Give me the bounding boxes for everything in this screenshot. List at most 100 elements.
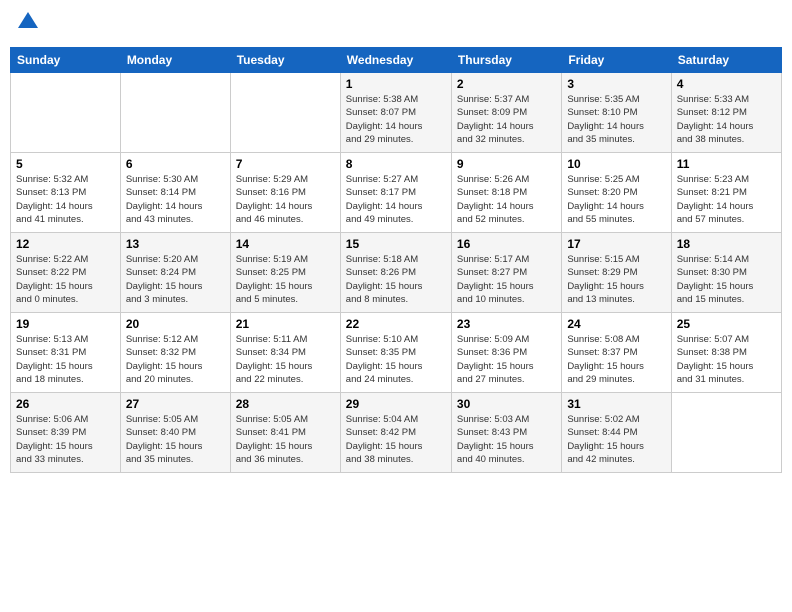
- day-info: Sunrise: 5:20 AMSunset: 8:24 PMDaylight:…: [126, 253, 225, 306]
- day-cell: 7 Sunrise: 5:29 AMSunset: 8:16 PMDaylight…: [230, 153, 340, 233]
- day-info: Sunrise: 5:05 AMSunset: 8:40 PMDaylight:…: [126, 413, 225, 466]
- day-info: Sunrise: 5:11 AMSunset: 8:34 PMDaylight:…: [236, 333, 335, 386]
- day-info: Sunrise: 5:10 AMSunset: 8:35 PMDaylight:…: [346, 333, 446, 386]
- day-info: Sunrise: 5:12 AMSunset: 8:32 PMDaylight:…: [126, 333, 225, 386]
- day-number: 21: [236, 317, 335, 331]
- day-cell: 10 Sunrise: 5:25 AMSunset: 8:20 PMDayligh…: [562, 153, 671, 233]
- header-tuesday: Tuesday: [230, 48, 340, 73]
- day-cell: [671, 393, 781, 473]
- day-number: 10: [567, 157, 665, 171]
- day-info: Sunrise: 5:15 AMSunset: 8:29 PMDaylight:…: [567, 253, 665, 306]
- day-number: 22: [346, 317, 446, 331]
- day-number: 2: [457, 77, 556, 91]
- day-number: 6: [126, 157, 225, 171]
- week-row-3: 12 Sunrise: 5:22 AMSunset: 8:22 PMDayligh…: [11, 233, 782, 313]
- day-cell: 28 Sunrise: 5:05 AMSunset: 8:41 PMDayligh…: [230, 393, 340, 473]
- day-info: Sunrise: 5:35 AMSunset: 8:10 PMDaylight:…: [567, 93, 665, 146]
- day-cell: 16 Sunrise: 5:17 AMSunset: 8:27 PMDayligh…: [451, 233, 561, 313]
- day-cell: 26Sunrise: 5:06 AMSunset: 8:39 PMDayligh…: [11, 393, 121, 473]
- day-info: Sunrise: 5:22 AMSunset: 8:22 PMDaylight:…: [16, 253, 115, 306]
- day-cell: 25Sunrise: 5:07 AMSunset: 8:38 PMDayligh…: [671, 313, 781, 393]
- header-friday: Friday: [562, 48, 671, 73]
- calendar-table: SundayMondayTuesdayWednesdayThursdayFrid…: [10, 47, 782, 473]
- day-cell: 14 Sunrise: 5:19 AMSunset: 8:25 PMDayligh…: [230, 233, 340, 313]
- day-info: Sunrise: 5:14 AMSunset: 8:30 PMDaylight:…: [677, 253, 776, 306]
- header-wednesday: Wednesday: [340, 48, 451, 73]
- day-number: 12: [16, 237, 115, 251]
- day-number: 5: [16, 157, 115, 171]
- day-info: Sunrise: 5:38 AMSunset: 8:07 PMDaylight:…: [346, 93, 446, 146]
- day-number: 29: [346, 397, 446, 411]
- day-number: 11: [677, 157, 776, 171]
- day-cell: 20 Sunrise: 5:12 AMSunset: 8:32 PMDayligh…: [120, 313, 230, 393]
- day-cell: 12 Sunrise: 5:22 AMSunset: 8:22 PMDayligh…: [11, 233, 121, 313]
- day-cell: 4 Sunrise: 5:33 AMSunset: 8:12 PMDaylight…: [671, 73, 781, 153]
- day-cell: 8 Sunrise: 5:27 AMSunset: 8:17 PMDaylight…: [340, 153, 451, 233]
- day-info: Sunrise: 5:18 AMSunset: 8:26 PMDaylight:…: [346, 253, 446, 306]
- day-cell: 27 Sunrise: 5:05 AMSunset: 8:40 PMDayligh…: [120, 393, 230, 473]
- day-number: 15: [346, 237, 446, 251]
- header-row: SundayMondayTuesdayWednesdayThursdayFrid…: [11, 48, 782, 73]
- day-info: Sunrise: 5:30 AMSunset: 8:14 PMDaylight:…: [126, 173, 225, 226]
- day-info: Sunrise: 5:02 AMSunset: 8:44 PMDaylight:…: [567, 413, 665, 466]
- day-cell: [120, 73, 230, 153]
- day-number: 13: [126, 237, 225, 251]
- day-number: 16: [457, 237, 556, 251]
- day-cell: [230, 73, 340, 153]
- day-info: Sunrise: 5:13 AMSunset: 8:31 PMDaylight:…: [16, 333, 115, 386]
- week-row-1: 1Sunrise: 5:38 AMSunset: 8:07 PMDaylight…: [11, 73, 782, 153]
- day-number: 17: [567, 237, 665, 251]
- day-cell: 11 Sunrise: 5:23 AMSunset: 8:21 PMDayligh…: [671, 153, 781, 233]
- day-info: Sunrise: 5:08 AMSunset: 8:37 PMDaylight:…: [567, 333, 665, 386]
- day-info: Sunrise: 5:29 AMSunset: 8:16 PMDaylight:…: [236, 173, 335, 226]
- day-number: 27: [126, 397, 225, 411]
- day-number: 30: [457, 397, 556, 411]
- logo: [14, 10, 40, 39]
- day-info: Sunrise: 5:03 AMSunset: 8:43 PMDaylight:…: [457, 413, 556, 466]
- day-info: Sunrise: 5:07 AMSunset: 8:38 PMDaylight:…: [677, 333, 776, 386]
- day-info: Sunrise: 5:09 AMSunset: 8:36 PMDaylight:…: [457, 333, 556, 386]
- day-info: Sunrise: 5:32 AMSunset: 8:13 PMDaylight:…: [16, 173, 115, 226]
- day-number: 26: [16, 397, 115, 411]
- day-cell: 22 Sunrise: 5:10 AMSunset: 8:35 PMDayligh…: [340, 313, 451, 393]
- day-cell: 2 Sunrise: 5:37 AMSunset: 8:09 PMDaylight…: [451, 73, 561, 153]
- header-saturday: Saturday: [671, 48, 781, 73]
- day-info: Sunrise: 5:05 AMSunset: 8:41 PMDaylight:…: [236, 413, 335, 466]
- day-info: Sunrise: 5:27 AMSunset: 8:17 PMDaylight:…: [346, 173, 446, 226]
- day-number: 7: [236, 157, 335, 171]
- header-monday: Monday: [120, 48, 230, 73]
- day-info: Sunrise: 5:04 AMSunset: 8:42 PMDaylight:…: [346, 413, 446, 466]
- day-cell: 13 Sunrise: 5:20 AMSunset: 8:24 PMDayligh…: [120, 233, 230, 313]
- day-cell: 18Sunrise: 5:14 AMSunset: 8:30 PMDayligh…: [671, 233, 781, 313]
- day-number: 23: [457, 317, 556, 331]
- day-number: 3: [567, 77, 665, 91]
- day-cell: 3 Sunrise: 5:35 AMSunset: 8:10 PMDaylight…: [562, 73, 671, 153]
- day-cell: 19Sunrise: 5:13 AMSunset: 8:31 PMDayligh…: [11, 313, 121, 393]
- day-info: Sunrise: 5:19 AMSunset: 8:25 PMDaylight:…: [236, 253, 335, 306]
- week-row-4: 19Sunrise: 5:13 AMSunset: 8:31 PMDayligh…: [11, 313, 782, 393]
- day-cell: 17 Sunrise: 5:15 AMSunset: 8:29 PMDayligh…: [562, 233, 671, 313]
- logo-icon: [16, 10, 40, 34]
- day-number: 9: [457, 157, 556, 171]
- day-info: Sunrise: 5:33 AMSunset: 8:12 PMDaylight:…: [677, 93, 776, 146]
- day-info: Sunrise: 5:17 AMSunset: 8:27 PMDaylight:…: [457, 253, 556, 306]
- header-sunday: Sunday: [11, 48, 121, 73]
- day-info: Sunrise: 5:37 AMSunset: 8:09 PMDaylight:…: [457, 93, 556, 146]
- day-info: Sunrise: 5:25 AMSunset: 8:20 PMDaylight:…: [567, 173, 665, 226]
- week-row-5: 26Sunrise: 5:06 AMSunset: 8:39 PMDayligh…: [11, 393, 782, 473]
- day-number: 24: [567, 317, 665, 331]
- day-number: 8: [346, 157, 446, 171]
- day-number: 4: [677, 77, 776, 91]
- day-number: 20: [126, 317, 225, 331]
- day-cell: 29 Sunrise: 5:04 AMSunset: 8:42 PMDayligh…: [340, 393, 451, 473]
- day-cell: 21 Sunrise: 5:11 AMSunset: 8:34 PMDayligh…: [230, 313, 340, 393]
- day-cell: 15 Sunrise: 5:18 AMSunset: 8:26 PMDayligh…: [340, 233, 451, 313]
- day-cell: 31Sunrise: 5:02 AMSunset: 8:44 PMDayligh…: [562, 393, 671, 473]
- day-cell: 24 Sunrise: 5:08 AMSunset: 8:37 PMDayligh…: [562, 313, 671, 393]
- day-number: 28: [236, 397, 335, 411]
- day-info: Sunrise: 5:23 AMSunset: 8:21 PMDaylight:…: [677, 173, 776, 226]
- header-thursday: Thursday: [451, 48, 561, 73]
- day-number: 14: [236, 237, 335, 251]
- day-cell: 9Sunrise: 5:26 AMSunset: 8:18 PMDaylight…: [451, 153, 561, 233]
- page-header: [10, 10, 782, 39]
